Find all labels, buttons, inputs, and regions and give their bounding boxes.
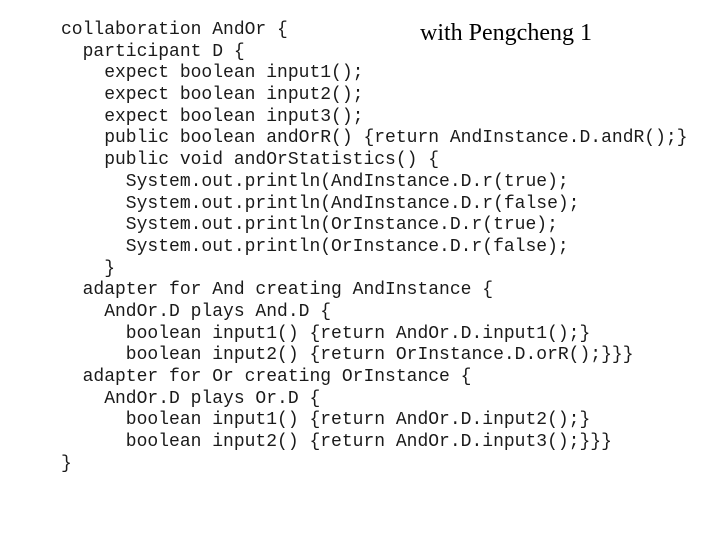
code-line: } — [61, 453, 72, 474]
code-line: boolean input2() {return AndOr.D.input3(… — [61, 432, 612, 453]
code-line: adapter for And creating AndInstance { — [61, 280, 494, 301]
code-line: } — [61, 258, 116, 279]
code-line: boolean input1() {return AndOr.D.input2(… — [61, 410, 591, 431]
code-line: expect boolean input2(); — [61, 85, 364, 106]
code-line: System.out.println(OrInstance.D.r(true); — [61, 215, 558, 236]
code-line: public boolean andOrR() {return AndInsta… — [61, 128, 688, 149]
code-line: AndOr.D plays Or.D { — [61, 388, 321, 409]
code-line: System.out.println(AndInstance.D.r(true)… — [61, 171, 569, 192]
code-block: collaboration AndOr { participant D { ex… — [61, 20, 688, 475]
code-line: boolean input1() {return AndOr.D.input1(… — [61, 323, 591, 344]
code-line: adapter for Or creating OrInstance { — [61, 367, 472, 387]
code-line: boolean input2() {return OrInstance.D.or… — [61, 345, 634, 366]
code-line: collaboration AndOr { — [61, 20, 288, 40]
code-line: AndOr.D plays And.D { — [61, 301, 332, 322]
code-line: participant D { — [61, 41, 245, 62]
code-line: expect boolean input3(); — [61, 106, 364, 127]
code-line: System.out.println(OrInstance.D.r(false)… — [61, 236, 569, 257]
code-line: System.out.println(AndInstance.D.r(false… — [61, 193, 580, 214]
code-line: expect boolean input1(); — [61, 63, 364, 84]
code-line: public void andOrStatistics() { — [61, 150, 440, 171]
